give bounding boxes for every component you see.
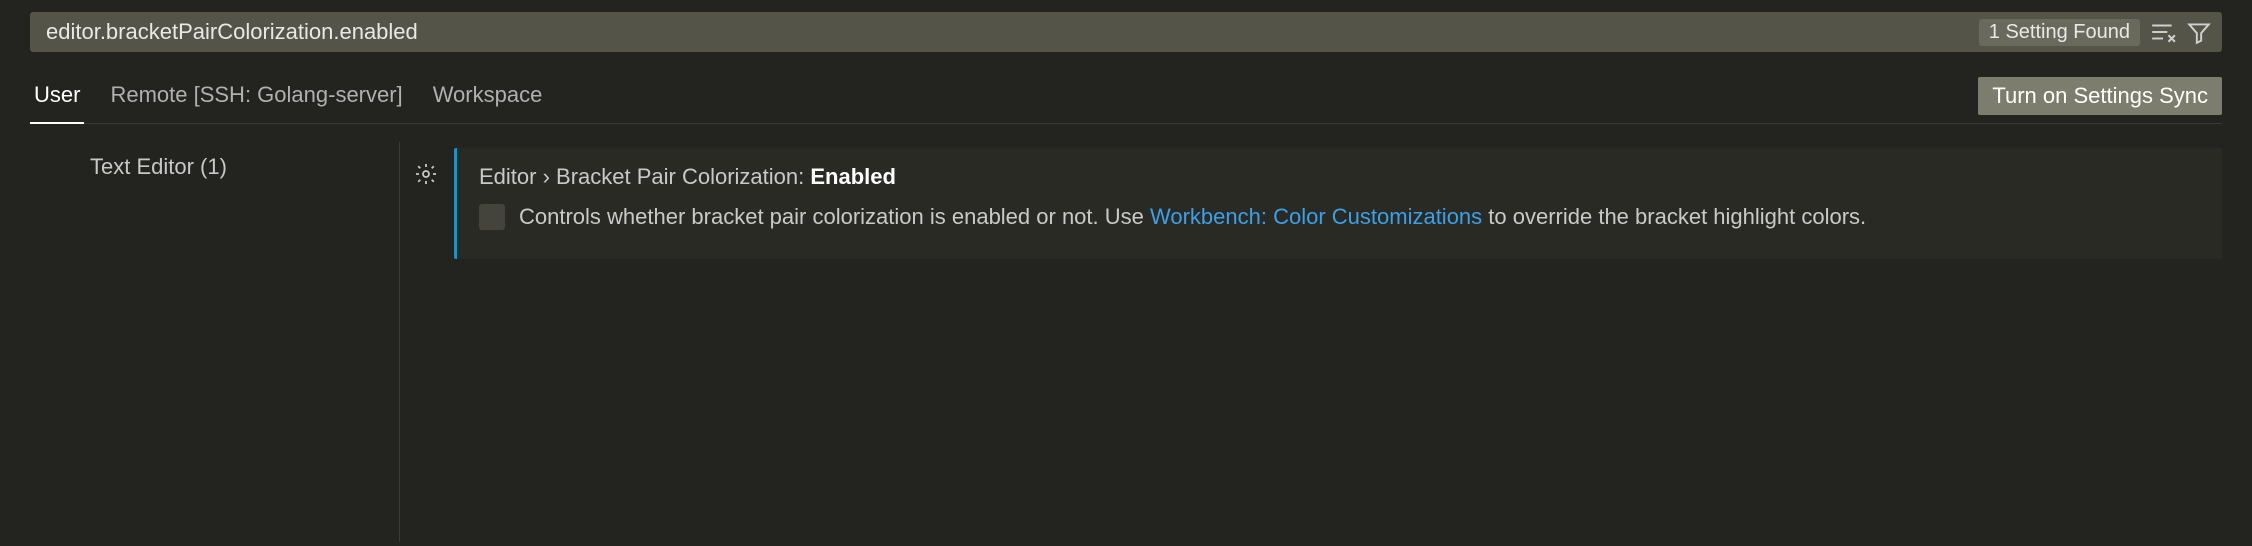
tab-workspace[interactable]: Workspace: [429, 74, 547, 124]
setting-title: Editor › Bracket Pair Colorization: Enab…: [479, 164, 2200, 190]
setting-desc-text: Controls whether bracket pair colorizati…: [519, 204, 1150, 229]
gear-icon[interactable]: [414, 169, 438, 191]
filter-icon[interactable]: [2186, 19, 2212, 45]
setting-item: Editor › Bracket Pair Colorization: Enab…: [454, 148, 2222, 259]
setting-checkbox[interactable]: [479, 204, 505, 230]
search-results-count-badge: 1 Setting Found: [1979, 19, 2140, 46]
setting-name: Enabled: [810, 164, 896, 189]
setting-breadcrumb: Editor › Bracket Pair Colorization:: [479, 164, 810, 189]
setting-description: Controls whether bracket pair colorizati…: [519, 202, 1866, 233]
settings-search-bar: 1 Setting Found: [30, 12, 2222, 52]
settings-main: Editor › Bracket Pair Colorization: Enab…: [400, 142, 2222, 542]
settings-sidebar: Text Editor (1): [30, 142, 400, 542]
setting-desc-text-after: to override the bracket highlight colors…: [1482, 204, 1866, 229]
settings-search-input[interactable]: [40, 19, 1969, 45]
sidebar-item-text-editor[interactable]: Text Editor (1): [90, 154, 399, 180]
settings-scope-tabs: User Remote [SSH: Golang-server] Workspa…: [30, 74, 2222, 124]
tab-remote[interactable]: Remote [SSH: Golang-server]: [106, 74, 406, 124]
setting-description-link[interactable]: Workbench: Color Customizations: [1150, 204, 1482, 229]
clear-filters-icon[interactable]: [2150, 19, 2176, 45]
turn-on-settings-sync-button[interactable]: Turn on Settings Sync: [1978, 77, 2222, 115]
tab-user[interactable]: User: [30, 74, 84, 124]
